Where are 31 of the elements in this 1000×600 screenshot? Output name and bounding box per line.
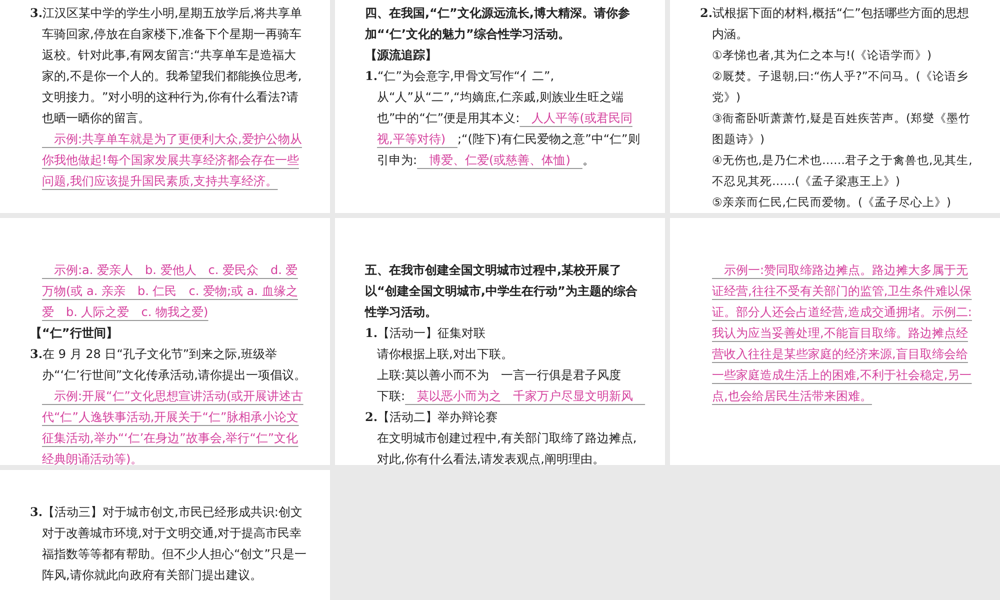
quote-text: ⑤亲亲而仁民,仁民而爱物。(《孟子尽心上》) — [711, 194, 952, 211]
section-heading: 【“仁”行世间】 — [30, 325, 119, 342]
section-heading: 四、在我国,“仁”文化源远流长,博大精深。请你参加“‘仁’文化的魅力”综合性学习活动。 — [365, 5, 631, 43]
question-text: 1.“仁”为会意字,甲骨文写作“⺅二”,从“人”从“二”,“均嫡庶,仁亲戚,则族业生旺之端也”中的“仁”便是用其本义: 人人平等(或君民同视,平等对待) ;“(陛下)有仁民爱物之意”中“仁”则引申为: 博爱、仁爱(或慈善、体恤) 。 — [365, 68, 641, 169]
answer-text: 示例:开展“仁”文化思想宣讲活动(或开展讲述古代“仁”人逸轶事活动,开展关于“仁”脉相承小论文征集活动,举办“‘仁’在身边”故事会,举行“仁”文化经典朗诵活动等)。 — [41, 388, 304, 465]
slide-page[interactable]: 3.江汉区某中学的学生小明,星期五放学后,将共享单车骑回家,停放在自家楼下,准备下个星期一再骑车返校。针对此事,有网友留言:“共享单车是造福大家的,不是你一个人的。我希望我们都能换位思考,文明接力。”对小明的这种行为,你有什么看法?请也晒一晒你的留言。 示例:共享单车就是为了更便利大众,爱护公物从你我他做起!每个国家发展共享经济都会存在一些问题,我们应该提升国民素质,支持共享经济。 — [0, 0, 330, 213]
question-text: 1.【活动一】征集对联 — [365, 325, 487, 342]
quote-text: ③衙斋卧听萧萧竹,疑是百姓疾苦声。(郑燮《墨竹图题诗》) — [711, 110, 972, 148]
quote-text: ②厩焚。子退朝,曰:“伤人乎?”不问马。(《论语乡党》) — [711, 68, 970, 106]
question-text: 3.【活动三】对于城市创文,市民已经形成共识:创文对于改善城市环境,对于文明交通,对于提高市民幸福指数等等都有帮助。但不少人担心“创文”只是一阵风,请你就此向政府有关部门提出建议。 — [30, 504, 308, 584]
slide-page[interactable]: 3.【活动三】对于城市创文,市民已经形成共识:创文对于改善城市环境,对于文明交通,对于提高市民幸福指数等等都有帮助。但不少人担心“创文”只是一阵风,请你就此向政府有关部门提出建议。 — [0, 470, 330, 600]
section-heading: 五、在我市创建全国文明城市过程中,某校开展了以“创建全国文明城市,中学生在行动”为主题的综合性学习活动。 — [365, 262, 638, 321]
slide-page[interactable]: 示例一:赞同取缔路边摊点。路边摊大多属于无证经营,往往不受有关部门的监管,卫生条件难以保证。部分人还会占道经营,造成交通拥堵。示例二:我认为应当妥善处理,不能盲目取缔。路边摊点经营收入往往是某些家庭的经济来源,盲目取缔会给一些家庭造成生活上的困难,不利于社会稳定,另一点,也会给居民生活带来困难。 — [670, 218, 1000, 465]
slide-page[interactable]: 五、在我市创建全国文明城市过程中,某校开展了以“创建全国文明城市,中学生在行动”为主题的综合性学习活动。 1.【活动一】征集对联 请你根据上联,对出下联。 上联:莫以善小而不为 一言一行俱是君子风度 下联: 莫以恶小而为之 千家万户尽显文明新风 2.【活动二】举办辩论赛 在文明城市创建过程中,有关部门取缔了路边摊点,对此,你有什么看法,请发表观点,阐明理由。 — [335, 218, 665, 465]
slide-page[interactable]: 2.试根据下面的材料,概括“仁”包括哪些方面的思想内涵。 ①孝悌也者,其为仁之本与!(《论语学而》) ②厩焚。子退朝,曰:“伤人乎?”不问马。(《论语乡党》) ③衙斋卧听萧萧竹,疑是百姓疾苦声。(郑燮《墨竹图题诗》) ④无伤也,是乃仁术也……君子之于禽兽也,见其生,不忍见其死……(《孟子梁惠王上》) ⑤亲亲而仁民,仁民而爱物。(《孟子尽心上》) — [670, 0, 1000, 213]
question-text: 下联: 莫以恶小而为之 千家万户尽显文明新风 — [376, 388, 634, 405]
answer-text: 示例:a. 爱亲人 b. 爱他人 c. 爱民众 d. 爱万物(或 a. 亲亲 b. 仁民 c. 爱物;或 a. 血缘之爱 b. 人际之爱 c. 物我之爱) — [41, 262, 299, 321]
question-text: 2.【活动二】举办辩论赛 — [365, 409, 499, 426]
slide-page[interactable] — [0, 218, 330, 465]
answer-text: 示例:共享单车就是为了更便利大众,爱护公物从你我他做起!每个国家发展共享经济都会存在一些问题,我们应该提升国民素质,支持共享经济。 — [41, 131, 303, 190]
quote-text: ④无伤也,是乃仁术也……君子之于禽兽也,见其生,不忍见其死……(《孟子梁惠王上》) — [711, 152, 974, 190]
question-text: 请你根据上联,对出下联。 — [376, 346, 514, 363]
slide-page[interactable]: 四、在我国,“仁”文化源远流长,博大精深。请你参加“‘仁’文化的魅力”综合性学习活动。 【源流追踪】 1.“仁”为会意字,甲骨文写作“⺅二”,从“人”从“二”,“均嫡庶,仁亲戚,则族业生旺之端也”中的“仁”便是用其本义: 人人平等(或君民同视,平等对待) ;“(陛下)有仁民爱物之意”中“仁”则引申为: 博爱、仁爱(或慈善、体恤) 。 — [335, 0, 665, 213]
answer-text: 示例一:赞同取缔路边摊点。路边摊大多属于无证经营,往往不受有关部门的监管,卫生条件难以保证。部分人还会占道经营,造成交通拥堵。示例二:我认为应当妥善处理,不能盲目取缔。路边摊点经营收入往往是某些家庭的经济来源,盲目取缔会给一些家庭造成生活上的困难,不利于社会稳定,另一点,也会给居民生活带来困难。 — [711, 262, 973, 405]
question-text: 2.试根据下面的材料,概括“仁”包括哪些方面的思想内涵。 — [700, 5, 970, 43]
question-text: 3.在 9 月 28 日“孔子文化节”到来之际,班级举办“‘仁’行世间”文化传承活动,请你提出一项倡议。 — [30, 346, 307, 384]
question-text: 在文明城市创建过程中,有关部门取缔了路边摊点,对此,你有什么看法,请发表观点,阐明理由。 — [376, 430, 638, 465]
quote-text: ①孝悌也者,其为仁之本与!(《论语学而》) — [711, 47, 933, 64]
section-heading: 【源流追踪】 — [365, 47, 438, 64]
question-text: 上联:莫以善小而不为 一言一行俱是君子风度 — [376, 367, 622, 384]
question-text: 3.江汉区某中学的学生小明,星期五放学后,将共享单车骑回家,停放在自家楼下,准备下个星期一再骑车返校。针对此事,有网友留言:“共享单车是造福大家的,不是你一个人的。我希望我们都能换位思考,文明接力。”对小明的这种行为,你有什么看法?请也晒一晒你的留言。 — [30, 5, 304, 127]
